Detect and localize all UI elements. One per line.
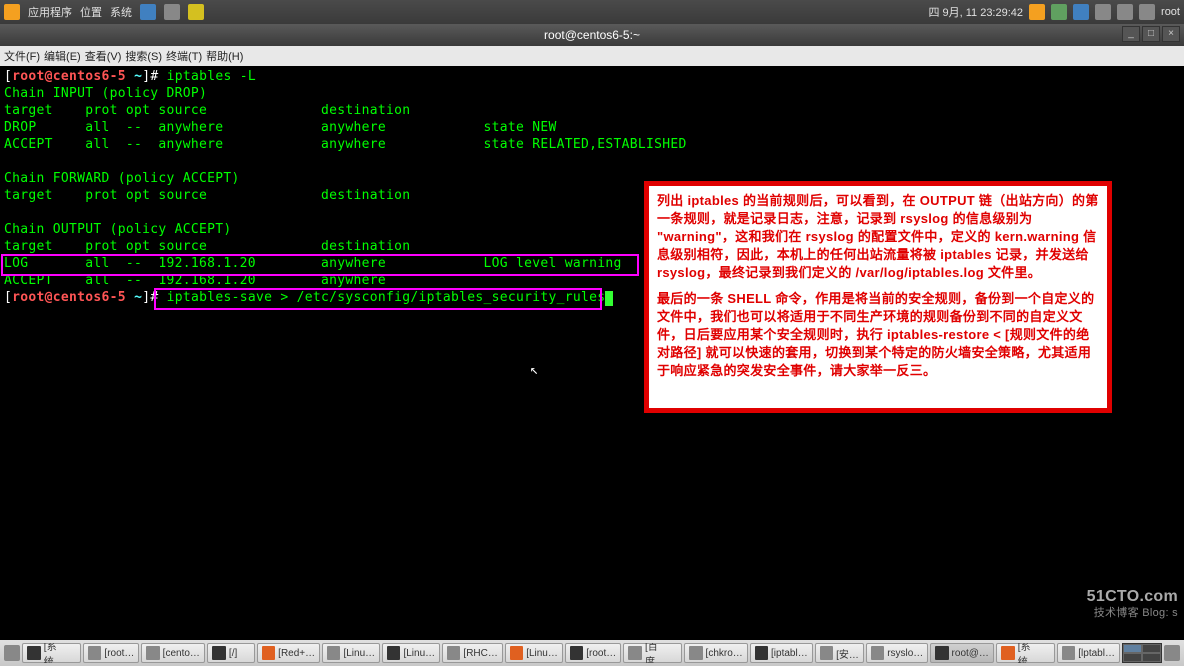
taskbar-item[interactable]: [RHC… <box>442 643 503 663</box>
trash-icon[interactable] <box>1164 645 1180 661</box>
menu-edit[interactable]: 编辑(E) <box>44 48 81 64</box>
taskbar-item[interactable]: [Red+… <box>257 643 320 663</box>
gnome-icon[interactable] <box>4 4 20 20</box>
bottom-taskbar: [系统…[root…[cento…[/][Red+…[Linu…[Linu…[R… <box>0 640 1184 666</box>
taskbar-item[interactable]: [root… <box>83 643 139 663</box>
tray-icon-1[interactable] <box>1029 4 1045 20</box>
app-icon-1[interactable] <box>164 4 180 20</box>
taskbar-item[interactable]: [百度… <box>623 643 682 663</box>
mouse-cursor-icon: ↖ <box>530 362 539 379</box>
menu-help[interactable]: 帮助(H) <box>206 48 243 64</box>
highlight-box-2 <box>154 288 602 310</box>
menu-applications[interactable]: 应用程序 <box>28 4 72 20</box>
taskbar-item[interactable]: root@… <box>930 643 994 663</box>
window-minimize-button[interactable]: _ <box>1122 26 1140 42</box>
tray-icon-3[interactable] <box>1073 4 1089 20</box>
annotation-box: 列出 iptables 的当前规则后，可以看到，在 OUTPUT 链（出站方向）… <box>644 181 1112 413</box>
taskbar-item[interactable]: [Linu… <box>382 643 440 663</box>
notes-icon[interactable] <box>188 4 204 20</box>
taskbar-item[interactable]: [/] <box>207 643 255 663</box>
term-line <box>4 153 1180 170</box>
taskbar-item[interactable]: [系统… <box>22 643 81 663</box>
menu-terminal[interactable]: 终端(T) <box>166 48 202 64</box>
volume-icon[interactable] <box>1095 4 1111 20</box>
taskbar-item[interactable]: [安… <box>815 643 864 663</box>
top-panel: 应用程序 位置 系统 四 9月, 11 23:29:42 root <box>0 0 1184 24</box>
terminal-cursor <box>605 291 613 306</box>
browser-icon[interactable] <box>140 4 156 20</box>
menu-system[interactable]: 系统 <box>110 4 132 20</box>
window-title: root@centos6-5:~ <box>544 28 640 42</box>
watermark: 51CTO.com 技术博客 Blog: s <box>1087 588 1178 622</box>
user-label[interactable]: root <box>1161 6 1180 18</box>
menu-search[interactable]: 搜索(S) <box>125 48 162 64</box>
workspace-switcher[interactable] <box>1122 643 1162 663</box>
menu-places[interactable]: 位置 <box>80 4 102 20</box>
terminal[interactable]: [root@centos6-5 ~]# iptables -L Chain IN… <box>0 66 1184 650</box>
taskbar-item[interactable]: [iptabl… <box>750 643 813 663</box>
show-desktop-icon[interactable] <box>4 645 20 661</box>
network-icon[interactable] <box>1117 4 1133 20</box>
taskbar-item[interactable]: [cento… <box>141 643 204 663</box>
taskbar-item[interactable]: [lptabl… <box>1057 643 1120 663</box>
annotation-p2: 最后的一条 SHELL 命令，作用是将当前的安全规则，备份到一个自定义的文件中，… <box>657 290 1099 380</box>
taskbar-item[interactable]: rsyslo… <box>866 643 928 663</box>
taskbar-item[interactable]: [系统… <box>996 643 1055 663</box>
taskbar-item[interactable]: [Linu… <box>505 643 563 663</box>
window-maximize-button[interactable]: □ <box>1142 26 1160 42</box>
window-titlebar[interactable]: root@centos6-5:~ _ □ × <box>0 24 1184 46</box>
menu-view[interactable]: 查看(V) <box>85 48 122 64</box>
taskbar-item[interactable]: [root… <box>565 643 621 663</box>
taskbar-item[interactable]: [Linu… <box>322 643 380 663</box>
term-line: target prot opt source destination <box>4 102 1180 119</box>
battery-icon[interactable] <box>1139 4 1155 20</box>
menu-bar: 文件(F) 编辑(E) 查看(V) 搜索(S) 终端(T) 帮助(H) <box>0 46 1184 66</box>
term-line: Chain INPUT (policy DROP) <box>4 85 1180 102</box>
term-line: [root@centos6-5 ~]# iptables -L <box>4 68 1180 85</box>
annotation-p1: 列出 iptables 的当前规则后，可以看到，在 OUTPUT 链（出站方向）… <box>657 192 1099 282</box>
menu-file[interactable]: 文件(F) <box>4 48 40 64</box>
term-line: DROP all -- anywhere anywhere state NEW <box>4 119 1180 136</box>
clock[interactable]: 四 9月, 11 23:29:42 <box>928 4 1023 20</box>
highlight-box-1 <box>1 254 639 276</box>
taskbar-item[interactable]: [chkro… <box>684 643 747 663</box>
tray-icon-2[interactable] <box>1051 4 1067 20</box>
term-line: ACCEPT all -- anywhere anywhere state RE… <box>4 136 1180 153</box>
window-close-button[interactable]: × <box>1162 26 1180 42</box>
